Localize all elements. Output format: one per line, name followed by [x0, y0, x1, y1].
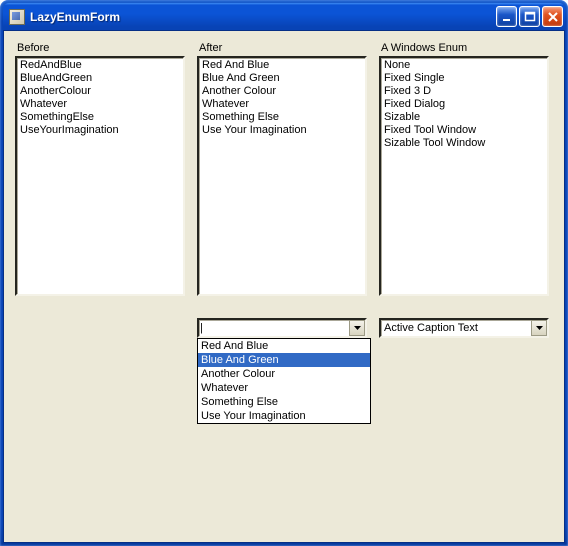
chevron-down-icon — [536, 325, 543, 332]
list-item[interactable]: Blue And Green — [201, 72, 363, 85]
after-combobox[interactable]: | Red And BlueBlue And GreenAnother Colo… — [197, 318, 367, 338]
list-item[interactable]: Fixed Tool Window — [383, 124, 545, 137]
combo-row: | Red And BlueBlue And GreenAnother Colo… — [15, 318, 553, 338]
window-buttons — [496, 6, 563, 27]
list-item[interactable]: Something Else — [201, 111, 363, 124]
dropdown-option[interactable]: Another Colour — [198, 367, 370, 381]
list-item[interactable]: Whatever — [201, 98, 363, 111]
winenum-combobox-value: Active Caption Text — [381, 322, 531, 334]
dropdown-option[interactable]: Something Else — [198, 395, 370, 409]
chevron-down-icon — [354, 325, 361, 332]
window-title: LazyEnumForm — [30, 10, 496, 24]
list-item[interactable]: BlueAndGreen — [19, 72, 181, 85]
app-icon — [9, 9, 25, 25]
before-column: Before RedAndBlueBlueAndGreenAnotherColo… — [15, 42, 185, 296]
combo-spacer — [15, 318, 185, 338]
client-area: Before RedAndBlueBlueAndGreenAnotherColo… — [3, 30, 565, 543]
list-item[interactable]: SomethingElse — [19, 111, 181, 124]
list-item[interactable]: Sizable Tool Window — [383, 137, 545, 150]
minimize-button[interactable] — [496, 6, 517, 27]
after-label: After — [199, 42, 367, 54]
dropdown-option[interactable]: Use Your Imagination — [198, 409, 370, 423]
list-item[interactable]: Fixed 3 D — [383, 85, 545, 98]
maximize-button[interactable] — [519, 6, 540, 27]
list-item[interactable]: AnotherColour — [19, 85, 181, 98]
list-item[interactable]: Red And Blue — [201, 59, 363, 72]
dropdown-option[interactable]: Blue And Green — [198, 353, 370, 367]
list-item[interactable]: UseYourImagination — [19, 124, 181, 137]
list-item[interactable]: Use Your Imagination — [201, 124, 363, 137]
maximize-icon — [524, 11, 536, 23]
list-item[interactable]: None — [383, 59, 545, 72]
text-caret-icon: | — [200, 323, 203, 334]
close-icon — [547, 11, 559, 23]
list-item[interactable]: Whatever — [19, 98, 181, 111]
dropdown-option[interactable]: Red And Blue — [198, 339, 370, 353]
winenum-listbox[interactable]: NoneFixed SingleFixed 3 DFixed DialogSiz… — [379, 56, 549, 296]
list-item[interactable]: Sizable — [383, 111, 545, 124]
winenum-label: A Windows Enum — [381, 42, 549, 54]
titlebar[interactable]: LazyEnumForm — [3, 3, 565, 30]
list-item[interactable]: Another Colour — [201, 85, 363, 98]
winenum-combobox[interactable]: Active Caption Text — [379, 318, 549, 338]
list-item[interactable]: Fixed Dialog — [383, 98, 545, 111]
dropdown-option[interactable]: Whatever — [198, 381, 370, 395]
before-listbox[interactable]: RedAndBlueBlueAndGreenAnotherColourWhate… — [15, 56, 185, 296]
after-column: After Red And BlueBlue And GreenAnother … — [197, 42, 367, 296]
list-item[interactable]: Fixed Single — [383, 72, 545, 85]
list-item[interactable]: RedAndBlue — [19, 59, 181, 72]
winenum-combobox-drop-button[interactable] — [531, 320, 547, 336]
minimize-icon — [501, 11, 513, 23]
after-combobox-dropdown[interactable]: Red And BlueBlue And GreenAnother Colour… — [197, 338, 371, 424]
winenum-column: A Windows Enum NoneFixed SingleFixed 3 D… — [379, 42, 549, 296]
columns-row: Before RedAndBlueBlueAndGreenAnotherColo… — [15, 42, 553, 296]
after-combobox-drop-button[interactable] — [349, 320, 365, 336]
close-button[interactable] — [542, 6, 563, 27]
after-listbox[interactable]: Red And BlueBlue And GreenAnother Colour… — [197, 56, 367, 296]
before-label: Before — [17, 42, 185, 54]
app-window: LazyEnumForm Before RedAndBlueBlueAndGre… — [0, 0, 568, 546]
